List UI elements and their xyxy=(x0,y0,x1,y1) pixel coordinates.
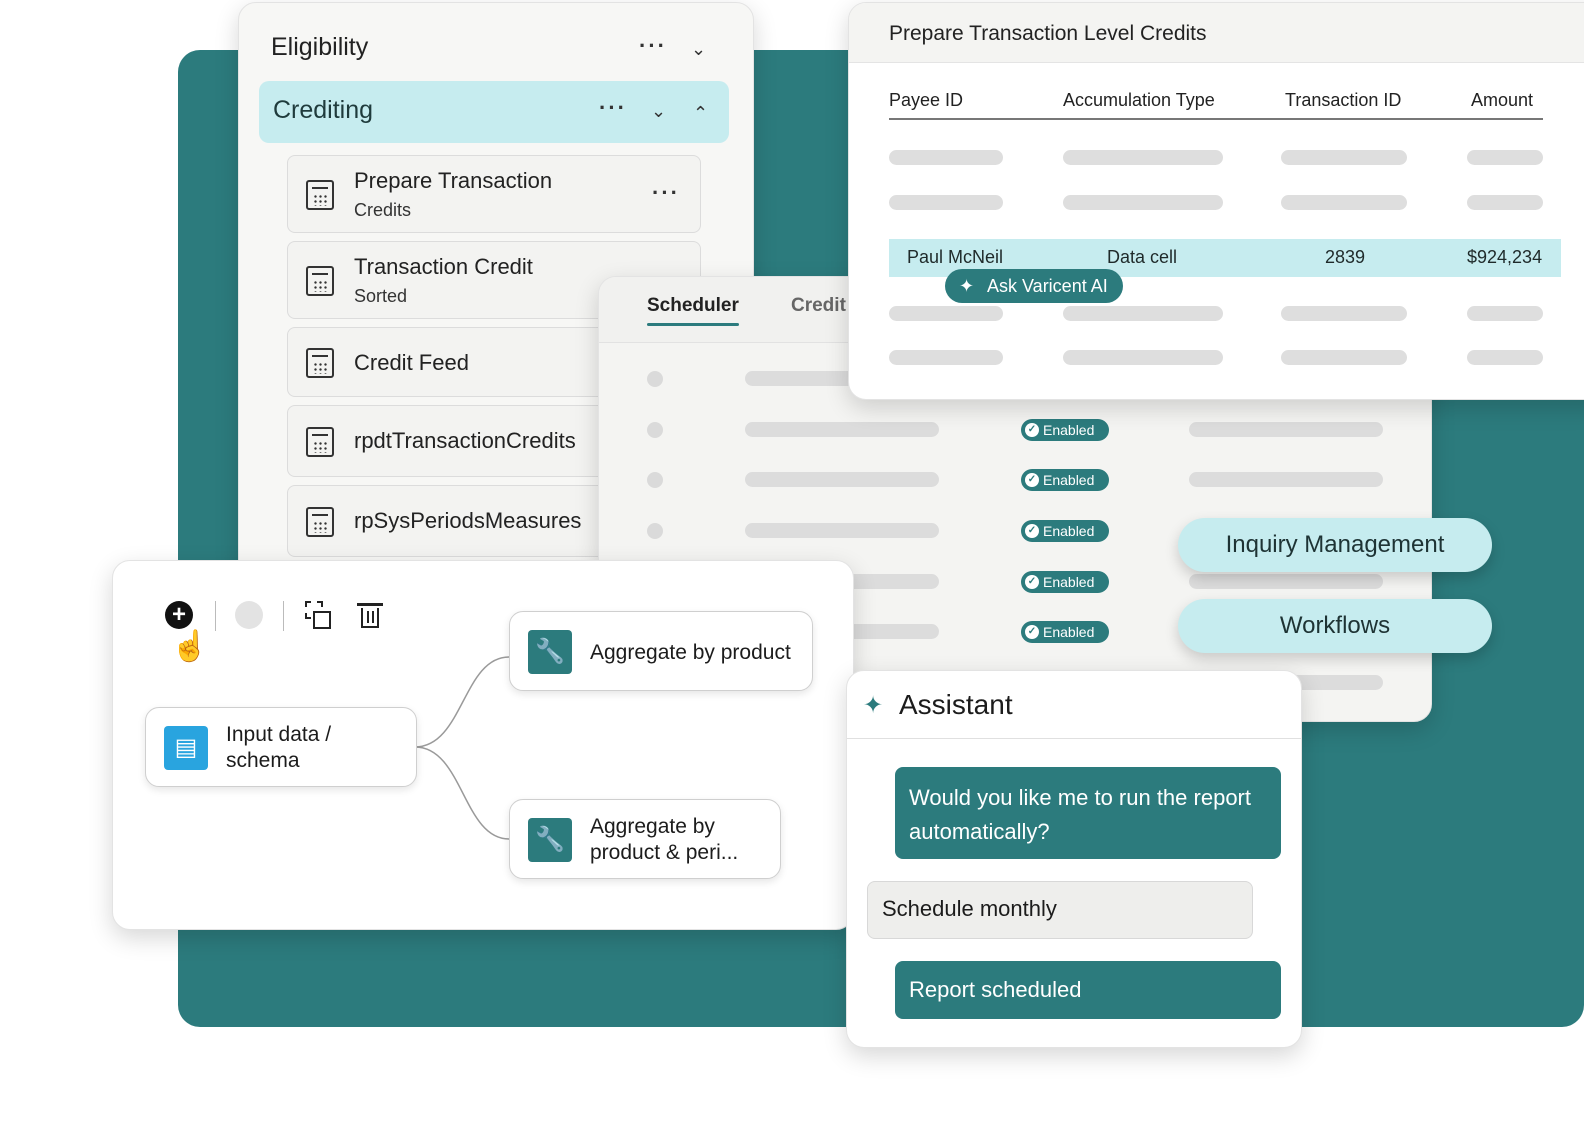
assistant-message: Report scheduled xyxy=(895,961,1281,1019)
user-message: Schedule monthly xyxy=(867,881,1253,939)
placeholder-bar xyxy=(745,523,939,538)
panel-title: Prepare Transaction Level Credits xyxy=(889,22,1207,45)
tab-scheduler[interactable]: Scheduler xyxy=(647,295,739,317)
inquiry-management-pill[interactable]: Inquiry Management xyxy=(1178,518,1492,572)
check-icon: ✓ xyxy=(1025,473,1039,487)
placeholder-bar xyxy=(1189,422,1383,437)
wrench-icon: 🔧 xyxy=(528,818,572,862)
active-tab-indicator xyxy=(647,323,739,326)
chevron-up-icon[interactable]: ⌃ xyxy=(693,103,708,124)
header-divider xyxy=(889,118,1543,120)
tab-credit[interactable]: Credit xyxy=(791,295,846,317)
placeholder-bar xyxy=(745,422,939,437)
placeholder-bar xyxy=(745,472,939,487)
table-icon xyxy=(306,507,334,537)
tree-item-title: rpdtTransactionCredits xyxy=(354,428,576,453)
tree-item-title: rpSysPeriodsMeasures xyxy=(354,508,582,533)
placeholder-bar xyxy=(1467,150,1543,165)
placeholder-bar xyxy=(1281,350,1407,365)
placeholder-bar xyxy=(1467,306,1543,321)
tree-item-title: Transaction Credit xyxy=(354,254,533,279)
assistant-panel: ✦ Assistant Would you like me to run the… xyxy=(846,670,1302,1048)
row-dot xyxy=(647,422,663,438)
more-icon[interactable]: ··· xyxy=(652,180,680,206)
column-header-amount[interactable]: Amount xyxy=(1471,90,1533,111)
row-dot xyxy=(647,371,663,387)
check-icon: ✓ xyxy=(1025,625,1039,639)
placeholder-bar xyxy=(1189,472,1383,487)
calculator-icon xyxy=(306,180,334,210)
tree-item-title: Credit Feed xyxy=(354,350,469,375)
aggregate-by-product-node[interactable]: 🔧 Aggregate by product xyxy=(509,611,813,691)
node-label: Aggregate by product xyxy=(590,641,791,664)
cell-type: Data cell xyxy=(1107,247,1178,267)
status-badge: ✓ Enabled xyxy=(1021,469,1109,491)
assistant-header: ✦ Assistant xyxy=(847,671,1301,739)
aggregate-by-product-period-node[interactable]: 🔧 Aggregate by product & peri... xyxy=(509,799,781,879)
tree-item-subtitle: Sorted xyxy=(354,286,408,306)
column-header-accumulation-type[interactable]: Accumulation Type xyxy=(1063,90,1215,111)
placeholder-bar xyxy=(889,150,1003,165)
table-icon: ▤ xyxy=(164,726,208,770)
status-badge: ✓ Enabled xyxy=(1021,621,1109,643)
transaction-credits-panel: Prepare Transaction Level Credits Payee … xyxy=(848,2,1584,400)
check-icon: ✓ xyxy=(1025,524,1039,538)
tree-item-prepare-transaction[interactable]: Prepare Transaction Credits ··· xyxy=(287,155,701,233)
node-label: Input data / schema xyxy=(226,723,332,772)
row-dot xyxy=(647,523,663,539)
placeholder-bar xyxy=(1281,150,1407,165)
row-dot xyxy=(647,472,663,488)
placeholder-bar xyxy=(1063,350,1223,365)
column-header-payee-id[interactable]: Payee ID xyxy=(889,90,963,111)
placeholder-bar xyxy=(1281,306,1407,321)
placeholder-bar xyxy=(1467,350,1543,365)
status-badge: ✓ Enabled xyxy=(1021,520,1109,542)
status-badge: ✓ Enabled xyxy=(1021,571,1109,593)
sparkle-icon: ✦ xyxy=(959,276,975,296)
check-icon: ✓ xyxy=(1025,575,1039,589)
ask-ai-button[interactable]: ✦ Ask Varicent AI xyxy=(945,269,1123,303)
assistant-title: Assistant xyxy=(899,689,1013,720)
placeholder-bar xyxy=(889,350,1003,365)
status-badge: ✓ Enabled xyxy=(1021,419,1109,441)
placeholder-bar xyxy=(1467,195,1543,210)
tree-item-subtitle: Credits xyxy=(354,200,412,220)
placeholder-bar xyxy=(889,195,1003,210)
table-icon xyxy=(306,427,334,457)
cell-amount: $924,234 xyxy=(1467,247,1543,267)
workflows-pill[interactable]: Workflows xyxy=(1178,599,1492,653)
cell-transaction-id: 2839 xyxy=(1325,247,1366,267)
assistant-message: Would you like me to run the report auto… xyxy=(895,767,1281,859)
crediting-label: Crediting xyxy=(273,96,374,124)
sparkle-icon: ✦ xyxy=(863,692,884,719)
wrench-icon: 🔧 xyxy=(528,630,572,674)
placeholder-bar xyxy=(1281,195,1407,210)
input-data-node[interactable]: ▤ Input data / schema xyxy=(145,707,417,787)
panel-header: Prepare Transaction Level Credits xyxy=(849,3,1584,63)
placeholder-bar xyxy=(1063,306,1223,321)
eligibility-title: Eligibility xyxy=(271,33,369,61)
more-icon[interactable]: ··· xyxy=(599,95,627,121)
calculator-icon xyxy=(306,266,334,296)
table-icon xyxy=(306,348,334,378)
crediting-section[interactable]: Crediting ··· ⌄ ⌃ xyxy=(259,81,729,143)
node-label: Aggregate by product & peri... xyxy=(590,815,739,864)
check-icon: ✓ xyxy=(1025,423,1039,437)
placeholder-bar xyxy=(1189,574,1383,589)
flow-builder-panel: + ☝ ▤ Input data / schema 🔧 Aggregate by… xyxy=(112,560,854,930)
placeholder-bar xyxy=(889,306,1003,321)
cell-payee: Paul McNeil xyxy=(907,247,1004,267)
tree-item-title: Prepare Transaction xyxy=(354,168,553,193)
placeholder-bar xyxy=(1063,150,1223,165)
placeholder-bar xyxy=(1063,195,1223,210)
column-header-transaction-id[interactable]: Transaction ID xyxy=(1285,90,1401,111)
more-icon[interactable]: ··· xyxy=(639,33,667,59)
chevron-down-icon[interactable]: ⌄ xyxy=(691,39,706,60)
chevron-down-icon[interactable]: ⌄ xyxy=(651,101,666,122)
